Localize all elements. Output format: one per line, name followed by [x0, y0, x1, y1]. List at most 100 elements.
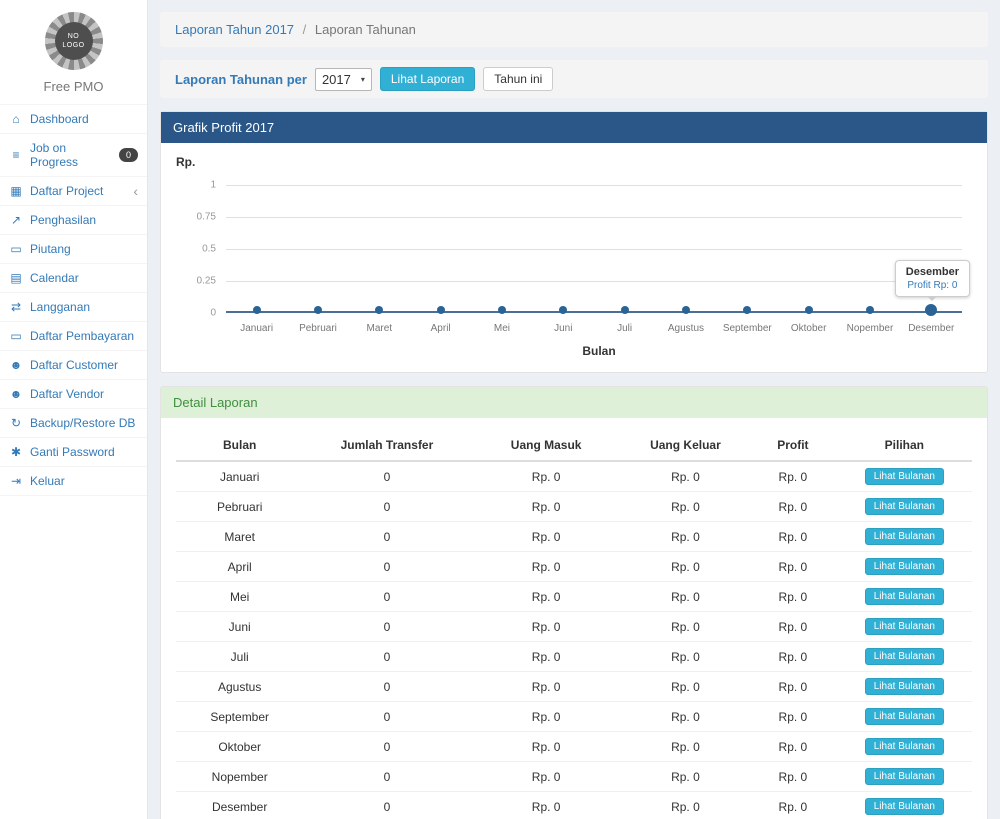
chart-point[interactable]	[559, 306, 567, 314]
lihat-bulanan-button[interactable]: Lihat Bulanan	[865, 588, 944, 605]
sidebar-item-label: Langganan	[30, 300, 90, 314]
chart-point[interactable]	[866, 306, 874, 314]
sidebar-item-backup-restore-db[interactable]: ↻ Backup/Restore DB	[0, 409, 147, 438]
logo-text-line1: NO	[68, 32, 80, 41]
cell-uang-keluar: Rp. 0	[622, 582, 749, 612]
main-content: Laporan Tahun 2017 / Laporan Tahunan Lap…	[148, 0, 1000, 819]
tahun-ini-button[interactable]: Tahun ini	[483, 67, 553, 91]
breadcrumb-current: Laporan Tahunan	[315, 22, 416, 37]
y-tick-label: 0.25	[197, 276, 216, 287]
chart-point[interactable]	[314, 306, 322, 314]
cell-uang-keluar: Rp. 0	[622, 522, 749, 552]
col-header-profit: Profit	[749, 430, 837, 461]
logo-text-line2: LOGO	[62, 41, 84, 50]
chart-point[interactable]	[621, 306, 629, 314]
cell-uang-keluar: Rp. 0	[622, 552, 749, 582]
sidebar-item-daftar-vendor[interactable]: ☻ Daftar Vendor	[0, 380, 147, 409]
cell-bulan: Juni	[176, 612, 303, 642]
cell-uang-keluar: Rp. 0	[622, 762, 749, 792]
cell-jumlah-transfer: 0	[303, 702, 470, 732]
cell-bulan: Agustus	[176, 672, 303, 702]
cell-profit: Rp. 0	[749, 492, 837, 522]
cell-uang-masuk: Rp. 0	[471, 792, 622, 819]
chart-point[interactable]	[437, 306, 445, 314]
sidebar-item-label: Ganti Password	[30, 445, 115, 459]
breadcrumb-link[interactable]: Laporan Tahun 2017	[175, 22, 294, 37]
col-header-uang-keluar: Uang Keluar	[622, 430, 749, 461]
cell-bulan: Oktober	[176, 732, 303, 762]
sidebar-item-daftar-pembayaran[interactable]: ▭ Daftar Pembayaran	[0, 322, 147, 351]
tooltip-title: Desember	[906, 266, 959, 278]
y-tick-label: 1	[210, 180, 216, 191]
chart-point[interactable]	[375, 306, 383, 314]
app-logo: NO LOGO	[45, 12, 103, 70]
cell-uang-keluar: Rp. 0	[622, 702, 749, 732]
table-row: Oktober 0 Rp. 0 Rp. 0 Rp. 0 Lihat Bulana…	[176, 732, 972, 762]
chart-point[interactable]	[805, 306, 813, 314]
sidebar-item-label: Job on Progress	[30, 141, 112, 169]
sidebar-item-label: Backup/Restore DB	[30, 416, 135, 430]
x-axis-label: Bulan	[226, 344, 972, 358]
lihat-bulanan-button[interactable]: Lihat Bulanan	[865, 648, 944, 665]
sidebar-item-dashboard[interactable]: ⌂ Dashboard	[0, 105, 147, 134]
users-icon: ☻	[9, 358, 23, 372]
table-row: Desember 0 Rp. 0 Rp. 0 Rp. 0 Lihat Bulan…	[176, 792, 972, 819]
detail-panel-title: Detail Laporan	[161, 387, 987, 418]
gridline	[226, 281, 962, 282]
cell-bulan: Mei	[176, 582, 303, 612]
sidebar-item-daftar-project[interactable]: ▦ Daftar Project ‹	[0, 177, 147, 206]
chart-panel-body: Rp. 1 0.75 0.5 0.25 0 Desember	[161, 143, 987, 372]
cell-profit: Rp. 0	[749, 461, 837, 492]
chart-point[interactable]	[253, 306, 261, 314]
chart-panel-title: Grafik Profit 2017	[161, 112, 987, 143]
year-select[interactable]: 2017 ▾	[315, 68, 372, 91]
lihat-bulanan-button[interactable]: Lihat Bulanan	[865, 708, 944, 725]
sidebar-item-daftar-customer[interactable]: ☻ Daftar Customer	[0, 351, 147, 380]
cell-uang-masuk: Rp. 0	[471, 612, 622, 642]
credit-card-icon: ▭	[9, 242, 23, 256]
cell-profit: Rp. 0	[749, 612, 837, 642]
sidebar-item-job-on-progress[interactable]: ≡ Job on Progress 0	[0, 134, 147, 177]
table-row: Pebruari 0 Rp. 0 Rp. 0 Rp. 0 Lihat Bulan…	[176, 492, 972, 522]
lihat-bulanan-button[interactable]: Lihat Bulanan	[865, 798, 944, 815]
chart-point[interactable]	[925, 304, 937, 316]
sidebar-menu: ⌂ Dashboard ≡ Job on Progress 0 ▦ Daftar…	[0, 105, 147, 496]
lihat-bulanan-button[interactable]: Lihat Bulanan	[865, 678, 944, 695]
sidebar-item-keluar[interactable]: ⇥ Keluar	[0, 467, 147, 496]
sidebar-item-label: Daftar Project	[30, 184, 103, 198]
cell-profit: Rp. 0	[749, 582, 837, 612]
sidebar-item-calendar[interactable]: ▤ Calendar	[0, 264, 147, 293]
x-tick-label: September	[723, 323, 772, 334]
cell-profit: Rp. 0	[749, 672, 837, 702]
lihat-bulanan-button[interactable]: Lihat Bulanan	[865, 468, 944, 485]
lihat-bulanan-button[interactable]: Lihat Bulanan	[865, 738, 944, 755]
y-tick-label: 0.75	[197, 212, 216, 223]
breadcrumb: Laporan Tahun 2017 / Laporan Tahunan	[160, 12, 988, 47]
lihat-bulanan-button[interactable]: Lihat Bulanan	[865, 558, 944, 575]
x-tick-label: Agustus	[668, 323, 704, 334]
lihat-bulanan-button[interactable]: Lihat Bulanan	[865, 498, 944, 515]
sidebar-item-langganan[interactable]: ⇄ Langganan	[0, 293, 147, 322]
cell-profit: Rp. 0	[749, 762, 837, 792]
brand-name: Free PMO	[8, 79, 139, 94]
cell-uang-keluar: Rp. 0	[622, 792, 749, 819]
col-header-bulan: Bulan	[176, 430, 303, 461]
chart-icon: ↗	[9, 213, 23, 227]
lihat-bulanan-button[interactable]: Lihat Bulanan	[865, 618, 944, 635]
cell-bulan: Maret	[176, 522, 303, 552]
chart-point[interactable]	[498, 306, 506, 314]
money-icon: ▭	[9, 329, 23, 343]
sidebar-item-penghasilan[interactable]: ↗ Penghasilan	[0, 206, 147, 235]
table-row: Agustus 0 Rp. 0 Rp. 0 Rp. 0 Lihat Bulana…	[176, 672, 972, 702]
sidebar-item-ganti-password[interactable]: ✱ Ganti Password	[0, 438, 147, 467]
lihat-laporan-button[interactable]: Lihat Laporan	[380, 67, 475, 91]
lihat-bulanan-button[interactable]: Lihat Bulanan	[865, 528, 944, 545]
sidebar-item-label: Daftar Pembayaran	[30, 329, 134, 343]
cell-uang-masuk: Rp. 0	[471, 522, 622, 552]
chart-point[interactable]	[682, 306, 690, 314]
cell-uang-masuk: Rp. 0	[471, 552, 622, 582]
cell-uang-masuk: Rp. 0	[471, 492, 622, 522]
chart-point[interactable]	[743, 306, 751, 314]
lihat-bulanan-button[interactable]: Lihat Bulanan	[865, 768, 944, 785]
sidebar-item-piutang[interactable]: ▭ Piutang	[0, 235, 147, 264]
